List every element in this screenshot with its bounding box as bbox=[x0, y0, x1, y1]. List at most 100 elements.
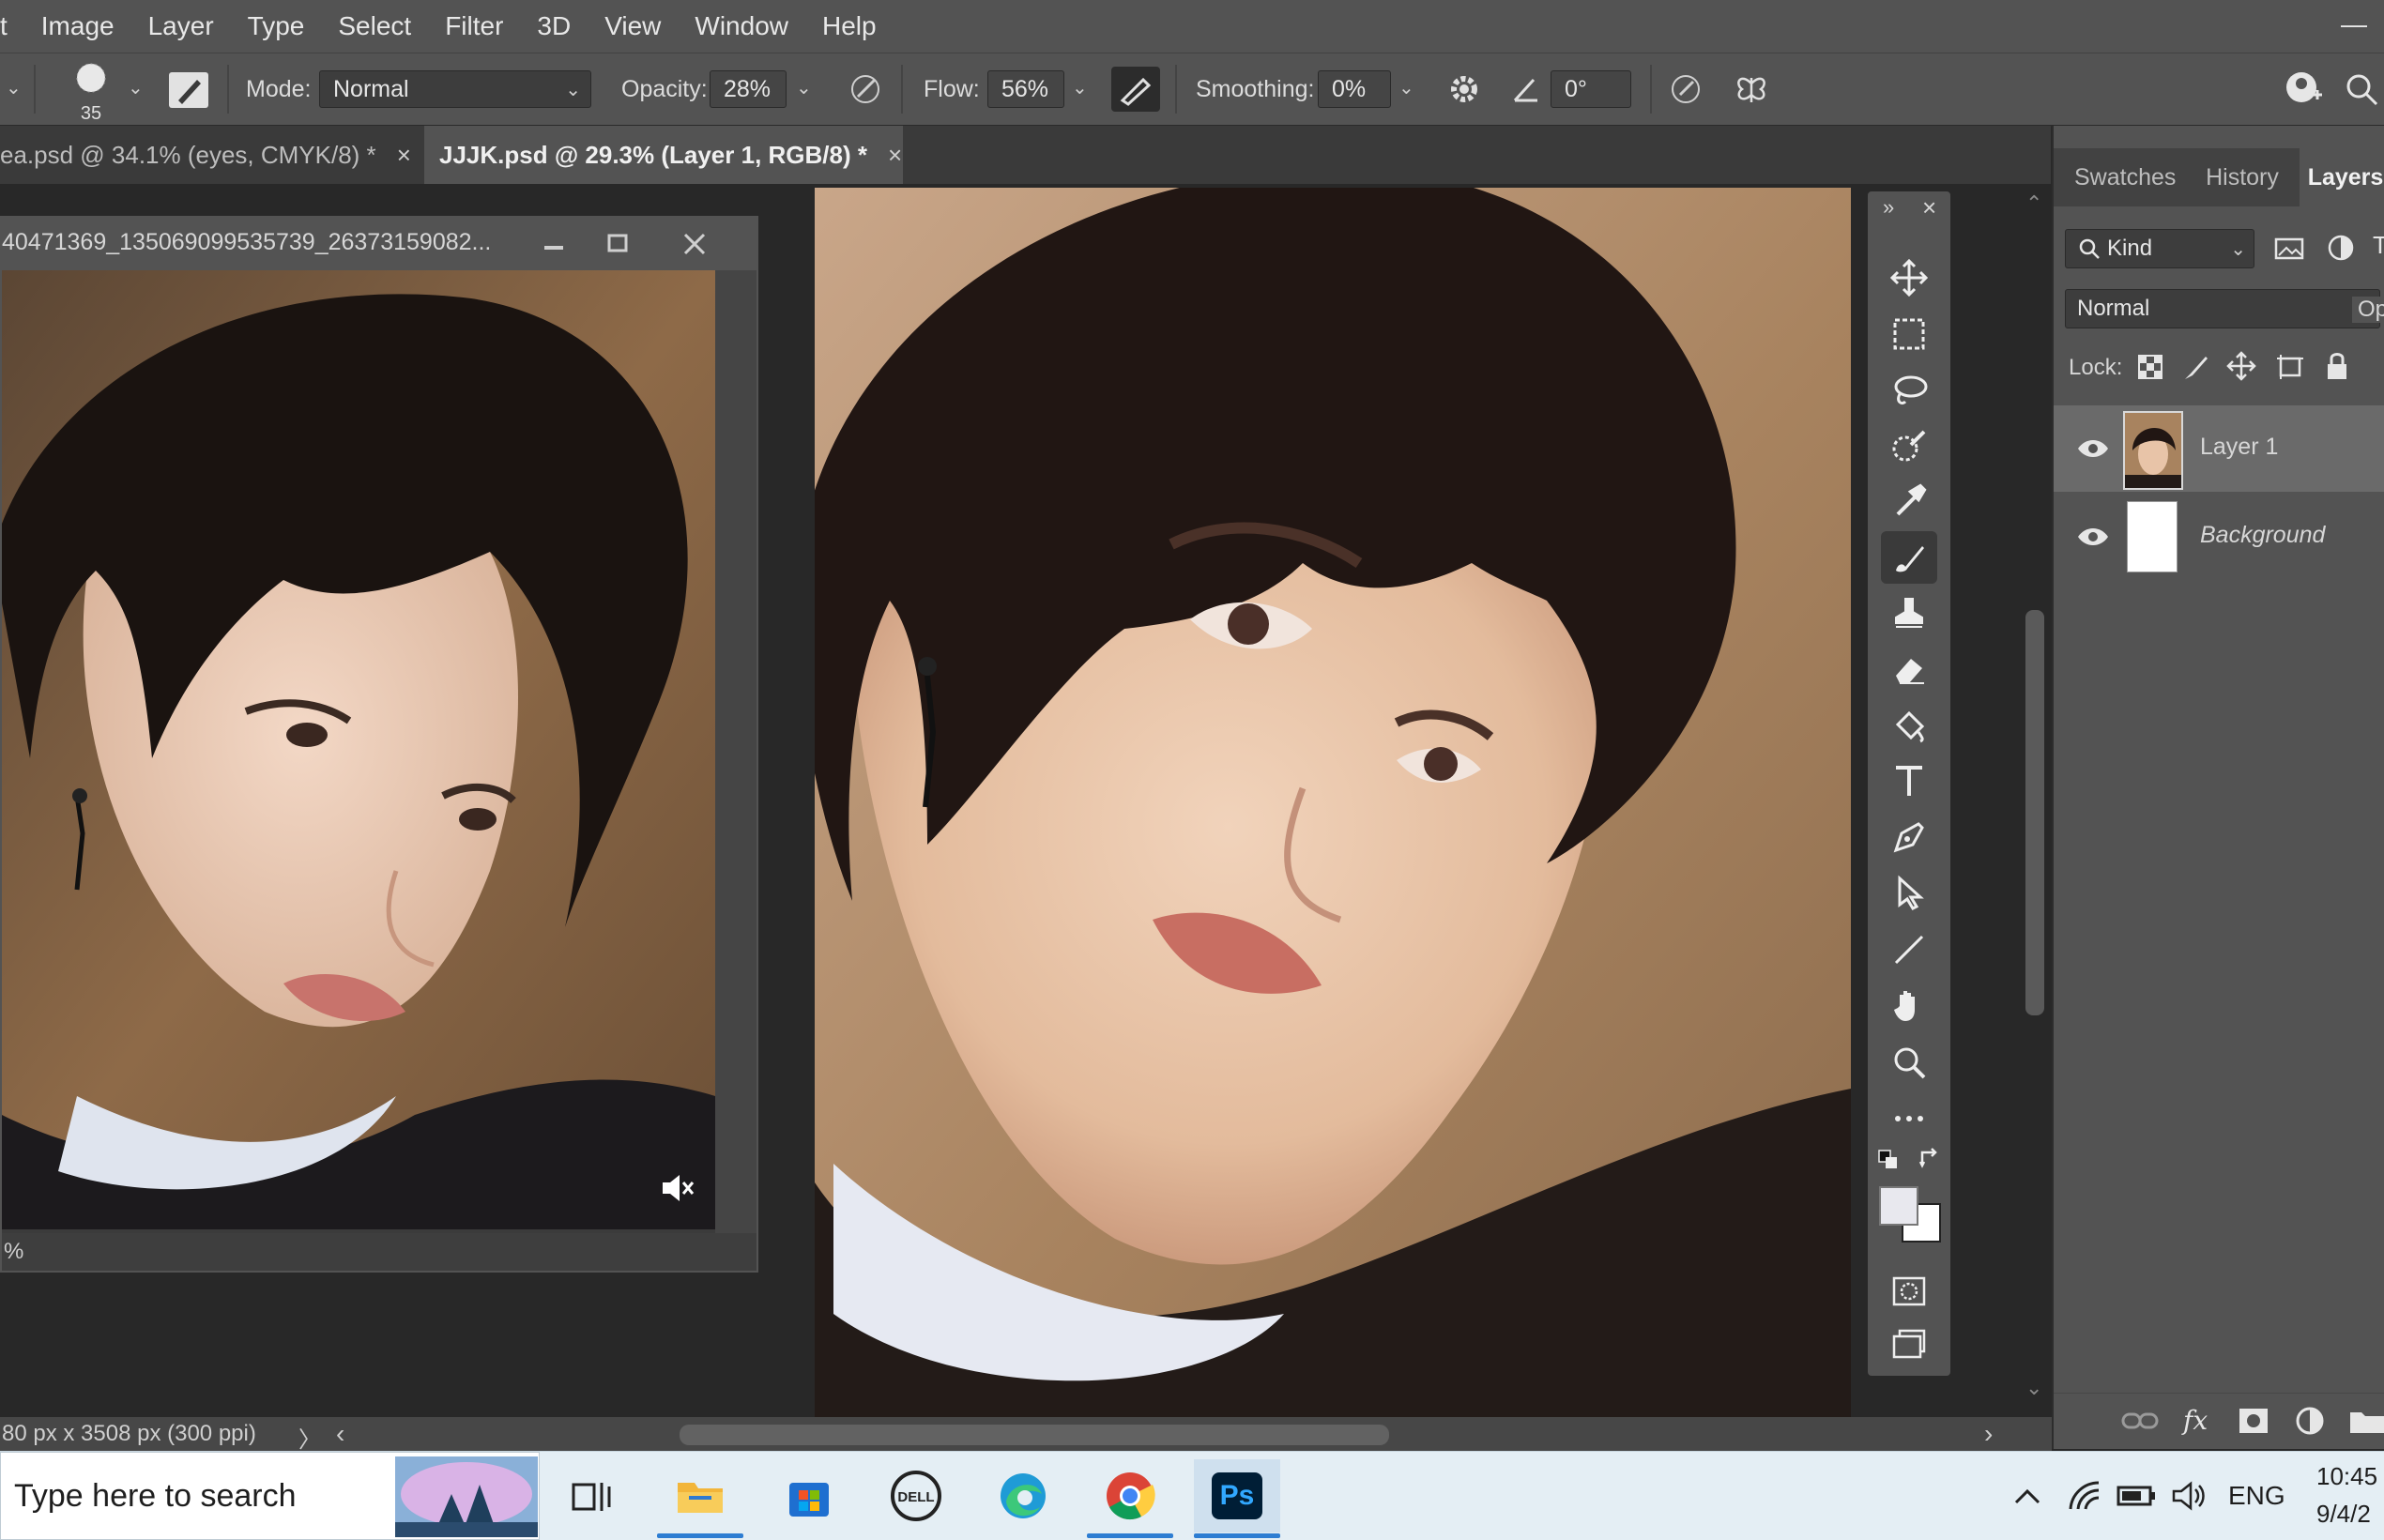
reference-document-window[interactable]: 40471369_135069099535739_26373159082... bbox=[0, 216, 758, 1273]
eraser-tool[interactable] bbox=[1881, 644, 1937, 696]
quick-selection-tool[interactable] bbox=[1881, 420, 1937, 473]
layer-name[interactable]: Layer 1 bbox=[2200, 434, 2278, 461]
more-tools[interactable] bbox=[1881, 1092, 1937, 1145]
brush-tool[interactable] bbox=[1881, 531, 1937, 584]
foreground-color-swatch[interactable] bbox=[1879, 1186, 1918, 1226]
brush-picker-chevron-icon[interactable]: ⌄ bbox=[128, 76, 144, 99]
filter-type-icon[interactable]: T bbox=[2373, 231, 2384, 260]
swap-colors-icon[interactable] bbox=[1918, 1147, 1945, 1173]
tab-history[interactable]: History bbox=[2185, 148, 2300, 206]
scroll-thumb[interactable] bbox=[2025, 610, 2044, 1015]
wifi-icon[interactable] bbox=[2065, 1479, 2102, 1513]
mute-icon[interactable] bbox=[659, 1171, 696, 1205]
menu-item-image[interactable]: Image bbox=[24, 11, 131, 41]
scroll-right-arrow[interactable]: › bbox=[1984, 1419, 1993, 1449]
smoothing-field[interactable]: 0% bbox=[1318, 70, 1391, 108]
default-colors-icon[interactable] bbox=[1877, 1149, 1902, 1173]
tab-layers[interactable]: Layers bbox=[2300, 148, 2384, 206]
photoshop-button[interactable]: Ps bbox=[1194, 1459, 1280, 1538]
hand-tool[interactable] bbox=[1881, 980, 1937, 1032]
window-minimize-button[interactable]: — bbox=[2341, 9, 2367, 39]
link-layers-icon[interactable] bbox=[2121, 1409, 2159, 1433]
layer-filter-kind[interactable]: Kind ⌄ bbox=[2065, 229, 2254, 268]
close-icon[interactable] bbox=[680, 229, 710, 259]
menu-item-window[interactable]: Window bbox=[678, 11, 805, 41]
filter-adjustment-icon[interactable] bbox=[2326, 233, 2356, 263]
edge-browser-button[interactable] bbox=[980, 1459, 1066, 1532]
airbrush-toggle[interactable] bbox=[1111, 67, 1160, 112]
line-tool[interactable] bbox=[1881, 923, 1937, 976]
tab-ea-psd[interactable]: ea.psd @ 34.1% (eyes, CMYK/8) * × bbox=[0, 126, 420, 184]
menu-item-layer[interactable]: Layer bbox=[131, 11, 231, 41]
filter-image-icon[interactable] bbox=[2273, 235, 2305, 263]
move-tool[interactable] bbox=[1881, 252, 1937, 304]
battery-icon[interactable] bbox=[2116, 1482, 2157, 1510]
zoom-tool[interactable] bbox=[1881, 1036, 1937, 1089]
angle-field[interactable]: 0° bbox=[1551, 70, 1631, 108]
status-menu-arrow[interactable]: 〉 bbox=[298, 1421, 321, 1454]
taskbar-search-box[interactable]: Type here to search bbox=[0, 1452, 540, 1540]
scroll-down-icon[interactable]: ⌄ bbox=[2025, 1376, 2042, 1400]
menu-item-partial[interactable]: t bbox=[0, 11, 24, 41]
layer-name[interactable]: Background bbox=[2200, 522, 2325, 549]
adjustment-layer-icon[interactable] bbox=[2294, 1405, 2326, 1437]
clone-stamp-tool[interactable] bbox=[1881, 587, 1937, 640]
gear-icon[interactable] bbox=[1445, 70, 1483, 108]
flow-chevron-icon[interactable]: ⌄ bbox=[1072, 76, 1088, 99]
task-view-button[interactable] bbox=[548, 1459, 634, 1532]
scroll-left-arrow[interactable]: ‹ bbox=[336, 1419, 344, 1449]
add-mask-icon[interactable] bbox=[2238, 1407, 2269, 1435]
opacity-chevron-icon[interactable]: ⌄ bbox=[796, 76, 812, 99]
horizontal-scroll-thumb[interactable] bbox=[680, 1425, 1389, 1445]
main-painting-canvas[interactable] bbox=[815, 188, 1851, 1417]
volume-icon[interactable] bbox=[2170, 1480, 2208, 1512]
eyedropper-tool[interactable] bbox=[1881, 475, 1937, 527]
lock-artboard-icon[interactable] bbox=[2275, 353, 2305, 381]
menu-item-type[interactable]: Type bbox=[231, 11, 322, 41]
flow-field[interactable]: 56% bbox=[987, 70, 1064, 108]
dell-app-button[interactable]: DELL bbox=[873, 1459, 959, 1532]
pressure-opacity-icon[interactable] bbox=[845, 69, 886, 110]
microsoft-store-button[interactable] bbox=[766, 1459, 852, 1532]
paint-bucket-tool[interactable] bbox=[1881, 700, 1937, 753]
blend-mode-dropdown[interactable]: Normal ⌄ bbox=[2065, 289, 2380, 328]
lock-pixels-icon[interactable] bbox=[2181, 353, 2209, 381]
layer-row-layer-1[interactable]: Layer 1 bbox=[2054, 405, 2384, 492]
canvas-vertical-scrollbar[interactable]: ⌃ ⌄ bbox=[2018, 184, 2052, 1417]
lasso-tool[interactable] bbox=[1881, 364, 1937, 417]
screen-mode-button[interactable] bbox=[1881, 1318, 1937, 1370]
clock[interactable]: 10:45 9/4/2 bbox=[2316, 1457, 2377, 1532]
tab-jjjk-psd[interactable]: JJJK.psd @ 29.3% (Layer 1, RGB/8) * × bbox=[424, 126, 903, 184]
visibility-eye-icon[interactable] bbox=[2076, 524, 2110, 550]
layer-row-background[interactable]: Background bbox=[2054, 494, 2384, 580]
path-selection-tool[interactable] bbox=[1881, 867, 1937, 920]
chrome-browser-button[interactable] bbox=[1087, 1459, 1173, 1538]
menu-item-3d[interactable]: 3D bbox=[520, 11, 588, 41]
brush-preset-picker[interactable]: 35 bbox=[68, 59, 115, 124]
collapse-panel-icon[interactable]: » bbox=[1883, 195, 1894, 220]
menu-item-filter[interactable]: Filter bbox=[428, 11, 520, 41]
menu-item-help[interactable]: Help bbox=[805, 11, 894, 41]
visibility-eye-icon[interactable] bbox=[2076, 435, 2110, 462]
marquee-tool[interactable] bbox=[1881, 308, 1937, 360]
lock-transparent-icon[interactable] bbox=[2136, 353, 2164, 381]
quick-mask-button[interactable] bbox=[1881, 1265, 1937, 1318]
type-tool[interactable] bbox=[1881, 755, 1937, 807]
layer-effects-icon[interactable]: fx bbox=[2183, 1405, 2208, 1436]
lock-all-icon[interactable] bbox=[2324, 351, 2350, 381]
scroll-up-icon[interactable]: ⌃ bbox=[2025, 191, 2042, 216]
pressure-size-icon[interactable] bbox=[1665, 69, 1706, 110]
reference-window-scrollbar[interactable] bbox=[715, 270, 756, 1237]
smoothing-chevron-icon[interactable]: ⌄ bbox=[1398, 76, 1414, 99]
close-icon[interactable]: × bbox=[888, 141, 902, 170]
tool-preset-chevron-icon[interactable]: ⌄ bbox=[6, 76, 22, 99]
symmetry-butterfly-icon[interactable] bbox=[1731, 69, 1772, 110]
menu-item-view[interactable]: View bbox=[588, 11, 678, 41]
opacity-field[interactable]: 28% bbox=[710, 70, 787, 108]
new-group-icon[interactable] bbox=[2348, 1407, 2384, 1435]
lock-position-icon[interactable] bbox=[2226, 351, 2256, 381]
close-icon[interactable]: × bbox=[397, 141, 411, 170]
minimize-icon[interactable] bbox=[539, 231, 569, 257]
mode-dropdown[interactable]: Normal ⌄ bbox=[319, 70, 591, 108]
pen-tool[interactable] bbox=[1881, 811, 1937, 863]
